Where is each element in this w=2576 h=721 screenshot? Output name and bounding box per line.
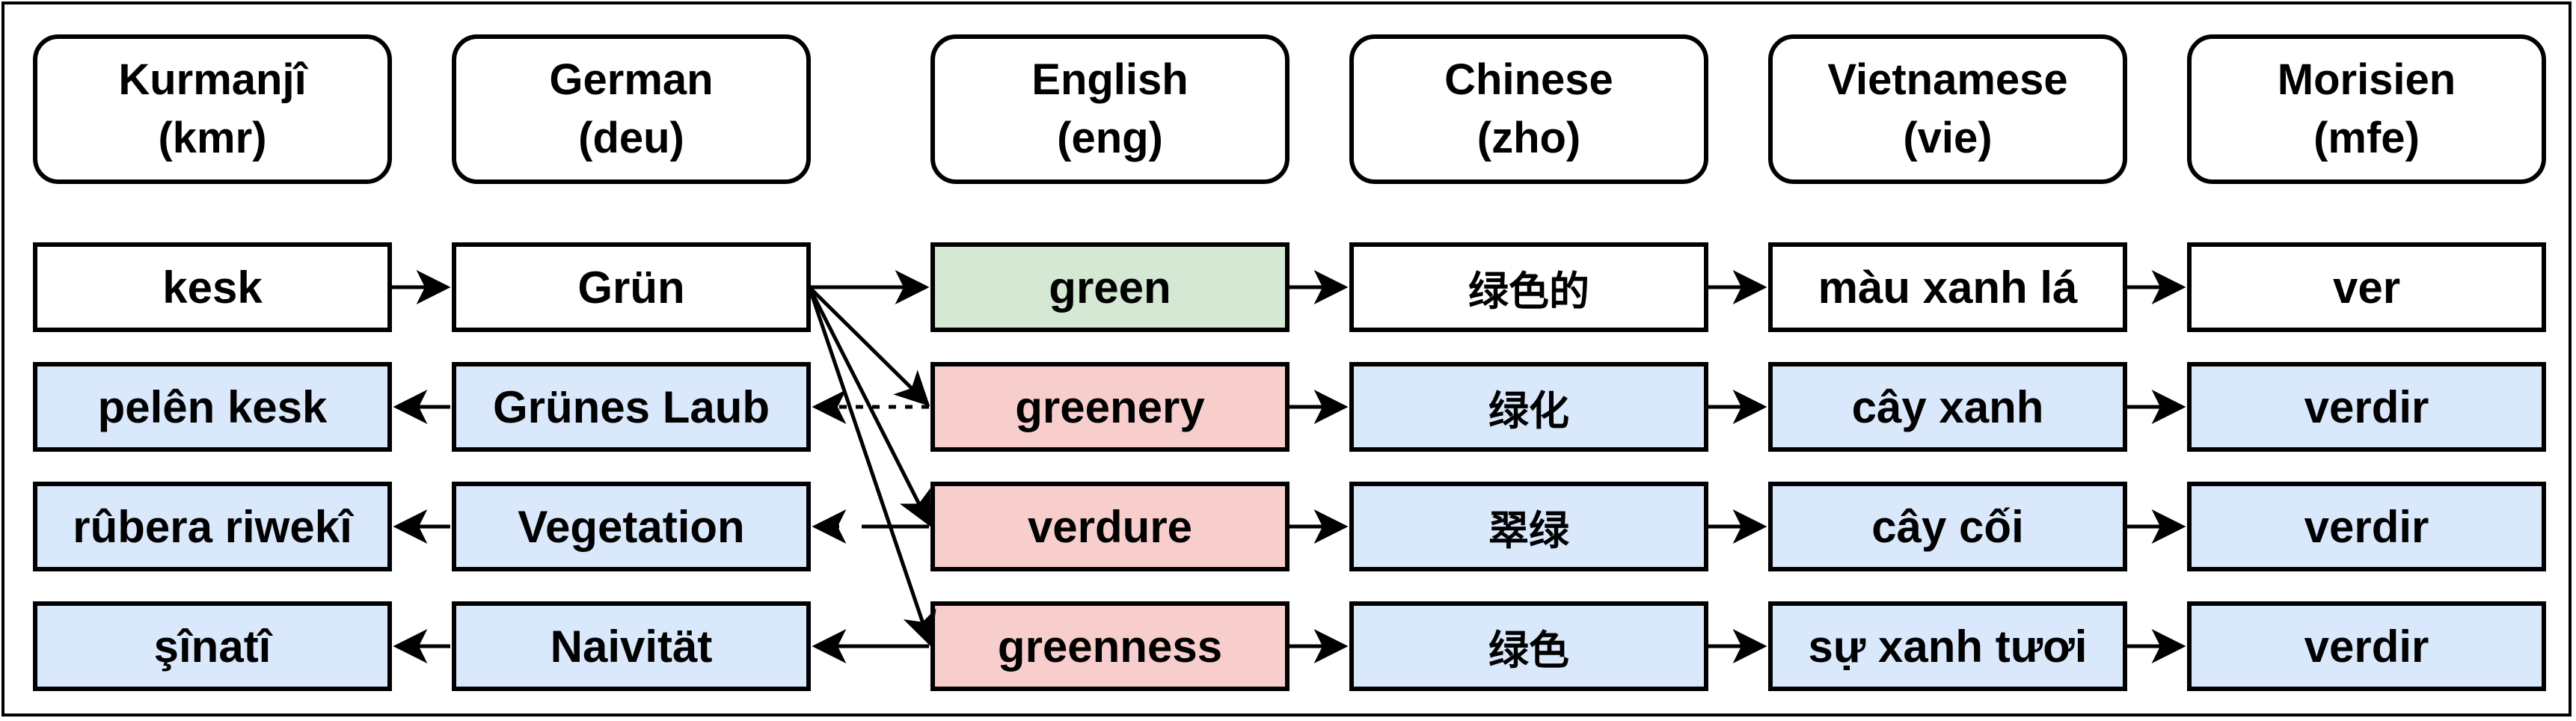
diagram-frame: Kurmanjî (kmr) German (deu) English (eng… (1, 1, 2572, 717)
arrows-layer (392, 270, 2186, 663)
arrow-deu-to-eng-greenness (809, 291, 936, 647)
